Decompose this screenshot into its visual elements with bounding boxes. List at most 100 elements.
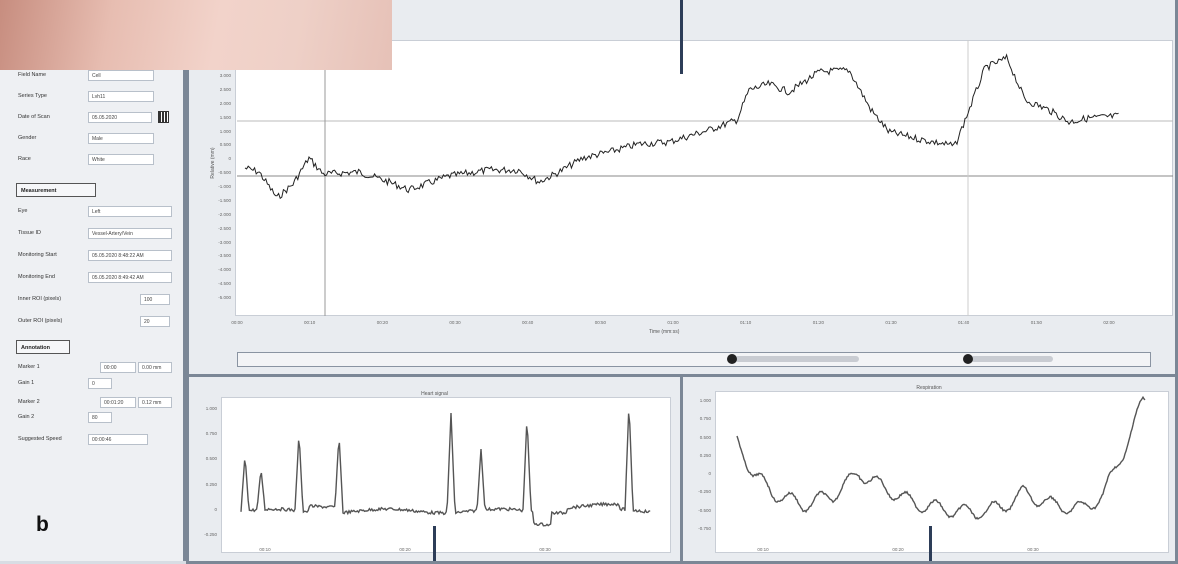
x-tick-label: 01:40 — [958, 320, 970, 325]
y-tick-label: -0.250 — [204, 532, 217, 537]
y-tick-label: -3.500 — [218, 253, 231, 259]
x-tick-label: 00:10 — [259, 547, 271, 552]
field-input[interactable]: Cell — [88, 70, 154, 81]
retina-photo — [0, 0, 392, 70]
x-tick-label: 00:40 — [522, 320, 534, 325]
marker-line-bottom-left — [433, 526, 436, 561]
section-measurement: Measurement — [16, 183, 96, 197]
main-xlabel: Time (mm:ss) — [649, 329, 680, 335]
y-tick-label: -0.250 — [698, 489, 711, 495]
y-tick-label: -1.500 — [218, 197, 231, 203]
y-tick-label: 0 — [708, 471, 711, 477]
y-tick-label: -0.750 — [698, 526, 711, 531]
field-input[interactable]: Male — [88, 133, 154, 144]
marker-line-top — [680, 0, 683, 74]
measurement-label: Inner ROI (pixels) — [18, 296, 62, 302]
x-tick-label: 00:30 — [1027, 547, 1039, 552]
scrollbar-range-2[interactable] — [971, 356, 1053, 362]
y-tick-label: 0.250 — [205, 481, 217, 487]
respiration-trace — [736, 395, 1146, 520]
field-label: Date of Scan — [18, 114, 50, 120]
field-label: Field Name — [18, 72, 47, 78]
x-tick-label: 00:30 — [449, 320, 461, 325]
y-tick-label: 0.500 — [205, 456, 217, 462]
field-label: Gender — [18, 135, 37, 141]
measurement-label: Eye — [18, 208, 28, 214]
measurement-input[interactable]: Left — [88, 206, 172, 217]
y-tick-label: 0 — [228, 156, 231, 162]
annotation-input[interactable]: 00:00:46 — [88, 434, 148, 445]
y-tick-label: -0.500 — [698, 507, 711, 513]
y-tick-label: -4.500 — [218, 281, 231, 287]
scrollbar-range-1[interactable] — [735, 356, 859, 362]
x-tick-label: 00:20 — [892, 547, 904, 552]
y-tick-label: 2.500 — [219, 86, 231, 92]
x-tick-label: 00:10 — [757, 547, 769, 552]
field-input[interactable]: 05.05.2020 — [88, 112, 152, 123]
scroll-handle-left[interactable] — [727, 354, 737, 364]
calendar-icon[interactable] — [158, 111, 169, 123]
field-label: Series Type — [18, 93, 47, 99]
x-tick-label: 01:10 — [740, 320, 752, 325]
y-tick-label: -3.000 — [218, 239, 231, 245]
y-tick-label: 1.000 — [219, 128, 231, 134]
y-tick-label: 1.500 — [219, 114, 231, 120]
field-input[interactable]: White — [88, 154, 154, 165]
y-tick-label: 1.000 — [699, 398, 711, 403]
x-tick-label: 00:00 — [231, 320, 243, 325]
annotation-input-b[interactable]: 0.00 mm — [138, 362, 172, 373]
y-tick-label: 3.000 — [219, 73, 231, 78]
y-tick-label: -1.000 — [218, 184, 231, 189]
x-tick-label: 00:10 — [304, 320, 316, 325]
x-tick-label: 00:50 — [594, 320, 606, 325]
measurement-input[interactable]: Vessel-Artery/Vein — [88, 228, 172, 239]
x-tick-label: 01:20 — [812, 320, 824, 325]
annotation-input[interactable]: 80 — [88, 412, 112, 423]
measurement-input[interactable]: 05.05.2020 8:48:22 AM — [88, 250, 172, 261]
section-annotation: Annotation — [16, 340, 70, 354]
measurement-input[interactable]: 100 — [140, 294, 170, 305]
measurement-label: Monitoring Start — [18, 252, 57, 258]
measurement-input[interactable]: 05.05.2020 8:49:42 AM — [88, 272, 172, 283]
y-tick-label: -5.000 — [218, 295, 231, 300]
measurement-input[interactable]: 20 — [140, 316, 170, 327]
annotation-input-b[interactable]: 0.12 mm — [138, 397, 172, 408]
y-tick-label: -4.000 — [218, 267, 231, 273]
annotation-label: Gain 1 — [18, 380, 35, 386]
x-tick-label: 02:00 — [1103, 320, 1115, 325]
annotation-input-a[interactable]: 00:00 — [100, 362, 136, 373]
annotation-label: Suggested Speed — [18, 436, 62, 442]
heart-signal-trace — [240, 412, 651, 527]
y-tick-label: 0.500 — [219, 142, 231, 148]
x-tick-label: 01:00 — [667, 320, 679, 325]
annotation-label: Marker 1 — [18, 364, 40, 370]
y-tick-label: -2.500 — [218, 225, 231, 231]
x-tick-label: 00:30 — [539, 547, 551, 552]
annotation-input-a[interactable]: 00:01:20 — [100, 397, 136, 408]
scroll-handle-right[interactable] — [963, 354, 973, 364]
annotation-label: Gain 2 — [18, 414, 35, 420]
y-tick-label: 0.500 — [699, 434, 711, 440]
y-tick-label: 0.750 — [205, 431, 217, 437]
x-tick-label: 00:20 — [376, 320, 388, 325]
x-tick-label: 01:50 — [1030, 320, 1042, 325]
displacement-trace — [244, 53, 1119, 200]
y-tick-label: 1.000 — [205, 406, 217, 411]
y-tick-label: 0.250 — [699, 452, 711, 458]
patient-info-panel: Field Name Cell Series Type Lvh11 Date of Sc… — [0, 0, 186, 561]
field-label: Race — [18, 156, 31, 162]
field-input[interactable]: Lvh11 — [88, 91, 154, 102]
y-tick-label: 2.000 — [219, 100, 231, 106]
y-tick-label: -0.500 — [218, 170, 231, 176]
measurement-label: Monitoring End — [18, 274, 55, 280]
annotation-label: Marker 2 — [18, 399, 40, 405]
x-tick-label: 00:20 — [399, 547, 411, 552]
y-tick-label: 0 — [214, 506, 217, 512]
measurement-label: Outer ROI (pixels) — [18, 318, 63, 324]
measurement-label: Tissue ID — [18, 230, 42, 236]
y-tick-label: 0.750 — [699, 416, 711, 422]
y-tick-label: -2.000 — [218, 211, 231, 217]
panel-letter: b — [36, 513, 49, 536]
x-tick-label: 01:30 — [885, 320, 897, 325]
annotation-input[interactable]: 0 — [88, 378, 112, 389]
